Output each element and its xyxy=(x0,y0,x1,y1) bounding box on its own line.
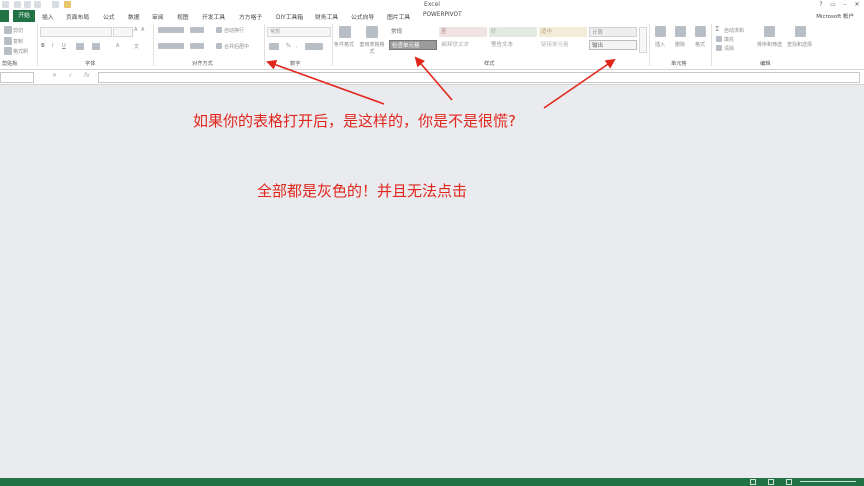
annotation-arrows xyxy=(266,56,616,109)
arrow-to-alignment xyxy=(266,60,385,105)
arrow-to-output-style xyxy=(543,58,616,109)
annotation-line-2: 全部都是灰色的！并且无法点击 xyxy=(257,182,468,200)
zoom-slider[interactable] xyxy=(800,481,856,482)
page-break-view-icon[interactable] xyxy=(786,479,792,485)
page-layout-view-icon[interactable] xyxy=(768,479,774,485)
annotation-line-1: 如果你的表格打开后，是这样的，你是不是很慌? xyxy=(193,112,516,130)
arrow-to-styles xyxy=(414,56,453,101)
status-bar xyxy=(0,478,864,486)
normal-view-icon[interactable] xyxy=(750,479,756,485)
